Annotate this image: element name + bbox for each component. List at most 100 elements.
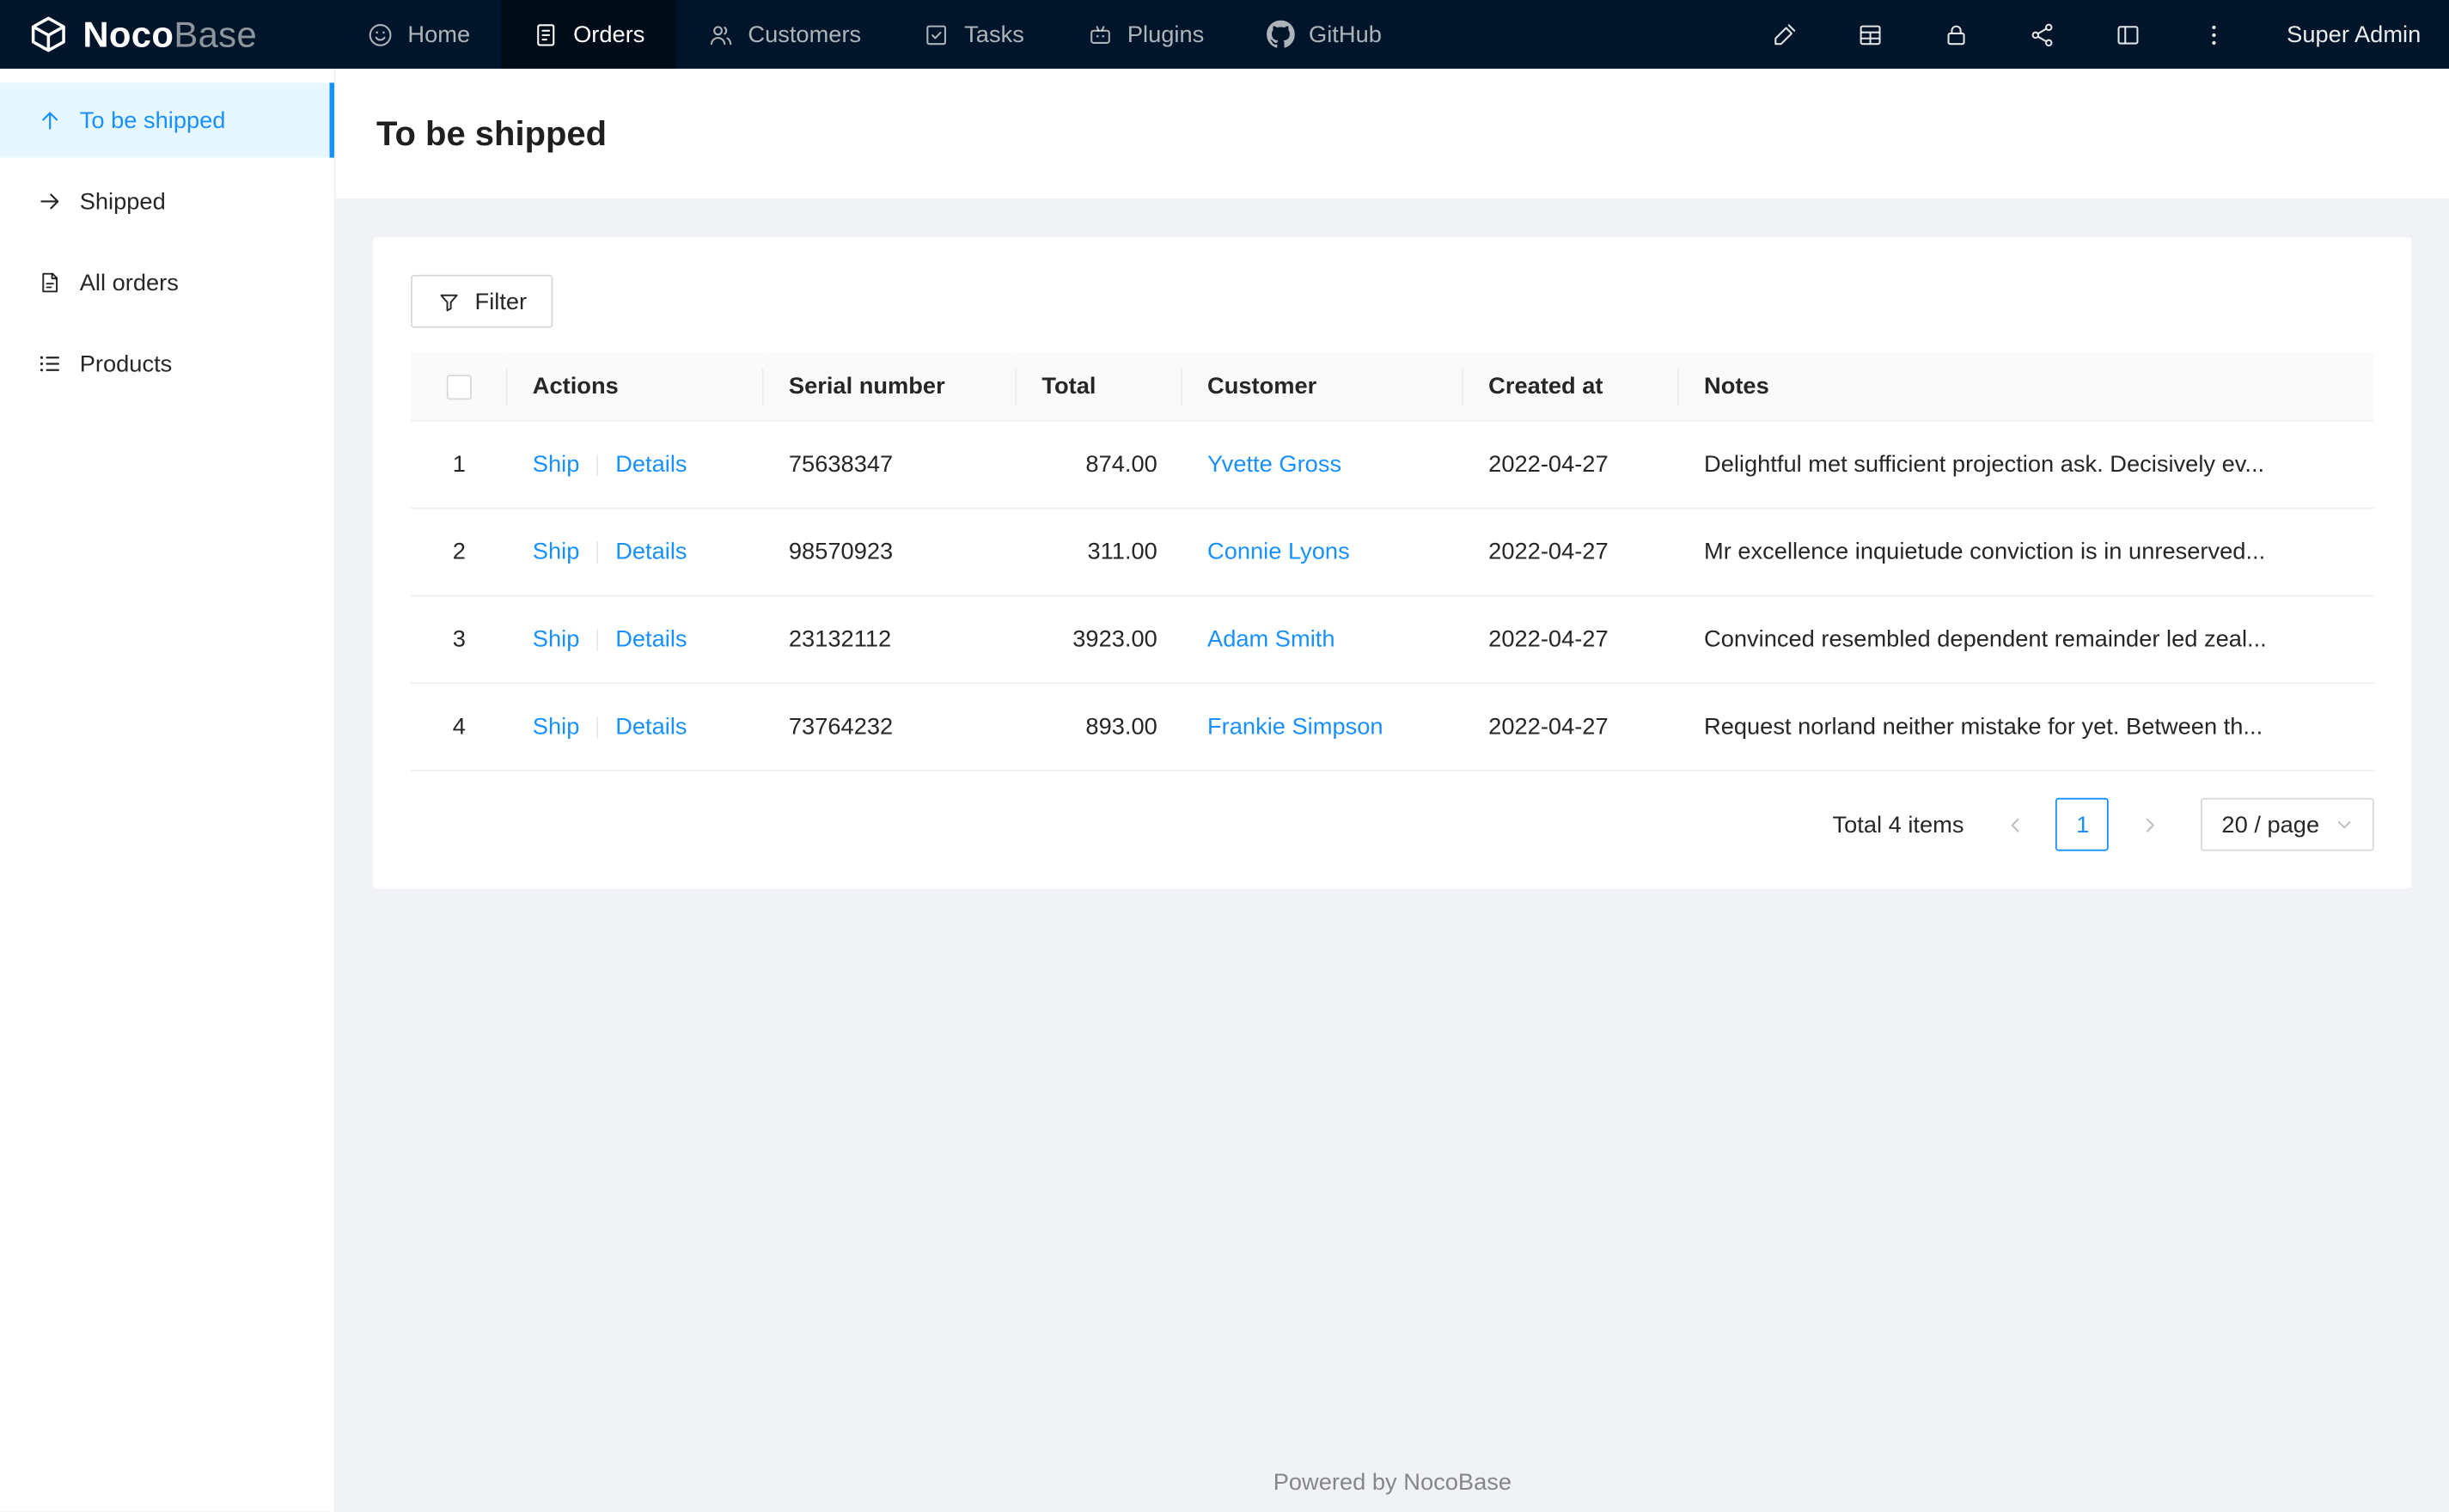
notes-cell: Request norland neither mistake for yet.… (1678, 683, 2374, 771)
row-index[interactable]: 2 (411, 508, 508, 597)
total-cell: 3923.00 (1017, 595, 1182, 685)
sidebar: To be shipped Shipped All orders Product… (0, 68, 336, 1512)
serial-number-cell: 75638347 (763, 420, 1017, 509)
customer-link[interactable]: Frankie Simpson (1207, 714, 1383, 741)
lock-icon[interactable] (1943, 21, 1970, 48)
details-link[interactable]: Details (615, 714, 687, 741)
serial-number-cell: 98570923 (763, 508, 1017, 597)
file-icon (38, 270, 63, 295)
select-column-header (411, 352, 508, 422)
main-nav: Home Orders Customers Tasks Plugins GitH… (336, 0, 1413, 69)
page-size-select[interactable]: 20 / page (2201, 797, 2374, 851)
nav-label: Home (407, 21, 471, 48)
filter-label: Filter (474, 288, 528, 315)
ship-link[interactable]: Ship (533, 451, 580, 478)
nav-item-home[interactable]: Home (336, 0, 502, 69)
created-at-cell: 2022-04-27 (1463, 683, 1679, 771)
nav-item-tasks[interactable]: Tasks (893, 0, 1056, 69)
check-square-icon (924, 21, 950, 48)
powered-by-footer: Powered by NocoBase (1273, 1469, 1512, 1497)
chevron-down-icon (2335, 815, 2354, 834)
serial-number-cell: 73764232 (763, 683, 1017, 771)
nav-item-orders[interactable]: Orders (501, 0, 676, 69)
share-icon[interactable] (2029, 21, 2055, 48)
nocobase-logo[interactable]: NocoBase (0, 0, 336, 69)
chevron-right-icon (2140, 814, 2160, 835)
column-header-customer: Customer (1182, 352, 1464, 422)
customer-cell: Connie Lyons (1182, 508, 1464, 597)
sidebar-item-products[interactable]: Products (0, 326, 334, 401)
clipboard-icon (533, 21, 559, 48)
filter-button[interactable]: Filter (411, 274, 554, 328)
page-1-button[interactable]: 1 (2055, 797, 2110, 851)
main-area: To be shipped Filter Actions Serial numb… (335, 68, 2449, 1512)
details-link[interactable]: Details (615, 539, 687, 565)
next-page-button[interactable] (2123, 798, 2177, 851)
page-header: To be shipped (335, 68, 2449, 198)
collections-icon[interactable] (1857, 21, 1884, 48)
pagination: Total 4 items 1 20 / page (411, 797, 2374, 851)
ship-link[interactable]: Ship (533, 539, 580, 565)
column-header-serial-number: Serial number (763, 352, 1017, 422)
robot-icon (1087, 21, 1114, 48)
table-row: 1 Ship Details 75638347 874.00 Yvette Gro… (411, 420, 2374, 509)
sidebar-item-label: Products (79, 351, 173, 377)
logo-primary: Noco (82, 13, 174, 54)
app: NocoBase Home Orders Customers Tasks Plu… (0, 0, 2449, 1512)
nav-item-github[interactable]: GitHub (1236, 0, 1414, 69)
serial-number-cell: 23132112 (763, 595, 1017, 685)
nav-item-plugins[interactable]: Plugins (1055, 0, 1235, 69)
row-index[interactable]: 3 (411, 595, 508, 685)
row-actions: Ship Details (507, 683, 764, 771)
page-size-value: 20 / page (2221, 811, 2320, 838)
row-index[interactable]: 4 (411, 683, 508, 771)
nav-label: Plugins (1127, 21, 1205, 48)
sidebar-item-to-be-shipped[interactable]: To be shipped (0, 82, 334, 158)
ship-link[interactable]: Ship (533, 714, 580, 741)
column-header-created-at: Created at (1463, 352, 1679, 422)
select-all-checkbox[interactable] (446, 375, 472, 400)
sidebar-item-shipped[interactable]: Shipped (0, 164, 334, 239)
table-row: 2 Ship Details 98570923 311.00 Connie Lyo… (411, 508, 2374, 597)
notes-cell: Convinced resembled dependent remainder … (1678, 595, 2374, 685)
nav-label: Orders (573, 21, 645, 48)
ship-link[interactable]: Ship (533, 626, 580, 653)
app-body: To be shipped Shipped All orders Product… (0, 68, 2449, 1512)
row-actions: Ship Details (507, 508, 764, 597)
column-header-notes: Notes (1678, 352, 2374, 422)
row-index[interactable]: 1 (411, 420, 508, 509)
created-at-cell: 2022-04-27 (1463, 420, 1679, 509)
highlighter-icon[interactable] (1771, 21, 1798, 48)
customer-link[interactable]: Adam Smith (1207, 626, 1335, 653)
nav-item-customers[interactable]: Customers (676, 0, 893, 69)
github-icon (1266, 20, 1295, 49)
customer-cell: Frankie Simpson (1182, 683, 1464, 771)
logo-text: NocoBase (82, 13, 257, 55)
action-divider (596, 454, 599, 477)
customer-link[interactable]: Yvette Gross (1207, 451, 1341, 478)
customer-cell: Yvette Gross (1182, 420, 1464, 509)
content-area: Filter Actions Serial number Total Custo… (336, 198, 2449, 1512)
total-cell: 893.00 (1017, 683, 1182, 771)
details-link[interactable]: Details (615, 451, 687, 478)
customer-cell: Adam Smith (1182, 595, 1464, 685)
action-divider (596, 541, 599, 564)
previous-page-button[interactable] (1989, 798, 2043, 851)
navbar-tools: Super Admin (1771, 0, 2449, 69)
current-user[interactable]: Super Admin (2287, 21, 2421, 48)
filter-icon (437, 290, 461, 313)
arrow-right-icon (38, 189, 63, 214)
details-link[interactable]: Details (615, 626, 687, 653)
table-row: 4 Ship Details 73764232 893.00 Frankie Si… (411, 683, 2374, 771)
layout-icon[interactable] (2115, 21, 2141, 48)
sidebar-item-all-orders[interactable]: All orders (0, 245, 334, 320)
created-at-cell: 2022-04-27 (1463, 595, 1679, 685)
orders-card: Filter Actions Serial number Total Custo… (373, 237, 2412, 889)
nav-label: Customers (748, 21, 862, 48)
customer-link[interactable]: Connie Lyons (1207, 539, 1350, 565)
cube-logo-icon (28, 14, 69, 54)
more-icon[interactable] (2201, 21, 2227, 48)
sidebar-item-label: All orders (79, 269, 179, 296)
row-actions: Ship Details (507, 420, 764, 509)
arrow-up-icon (38, 107, 63, 132)
